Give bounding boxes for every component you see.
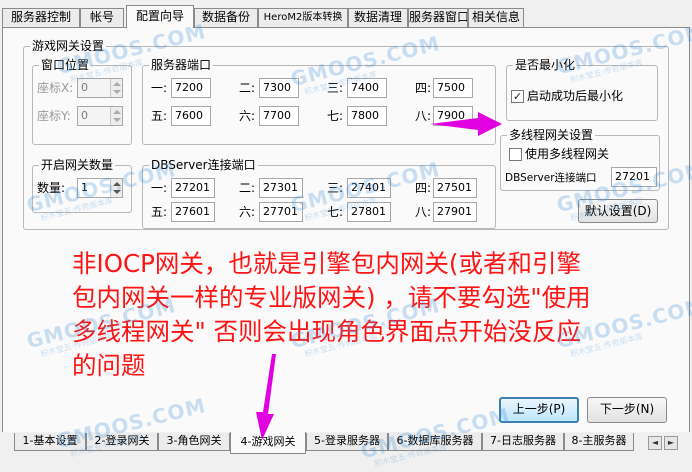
gateway-count-label: 数量:	[37, 181, 66, 195]
server-port-input-7[interactable]: 7800	[347, 106, 387, 126]
server-port-input-5[interactable]: 7600	[171, 106, 211, 126]
minimize-legend: 是否最小化	[513, 57, 578, 73]
dbserver-port-label-4: 四:	[415, 181, 432, 195]
server-ports-legend: 服务器端口	[149, 57, 214, 73]
dbserver-port-label-6: 六:	[239, 205, 256, 219]
tab-log-server[interactable]: 7-日志服务器	[482, 433, 564, 451]
multithread-legend: 多线程网关设置	[507, 127, 596, 143]
dbserver-port-label-8: 八:	[415, 205, 432, 219]
coord-y-input[interactable]: 0	[77, 106, 123, 126]
coord-x-spinner[interactable]	[110, 79, 122, 97]
notice-line-4: 的问题	[72, 351, 146, 380]
dbserver-port-input-8[interactable]: 27901	[433, 202, 477, 222]
next-button[interactable]: 下一步(N)	[587, 397, 667, 423]
multithread-dbport-input[interactable]: 27201	[611, 167, 657, 187]
tab-basic-settings[interactable]: 1-基本设置	[14, 433, 86, 451]
tab-data-backup[interactable]: 数据备份	[194, 8, 258, 27]
server-port-input-2[interactable]: 7300	[259, 78, 299, 98]
coord-x-value: 0	[81, 81, 88, 94]
server-port-label-8: 八:	[415, 109, 432, 123]
coord-x-input[interactable]: 0	[77, 78, 123, 98]
server-port-input-3[interactable]: 7400	[347, 78, 387, 98]
server-port-input-4[interactable]: 7500	[433, 78, 473, 98]
gateway-count-spinner[interactable]	[110, 179, 122, 197]
server-ports-group: 服务器端口 一: 7200 二: 7300 三: 7400 四: 7500 五:…	[142, 57, 496, 145]
tab-data-cleanup[interactable]: 数据清理	[348, 8, 408, 27]
gateway-settings-group: 游戏网关设置 窗口位置 座标X: 0 座标Y: 0 开启网关数量 数量: 1 服…	[23, 38, 669, 230]
dbserver-port-label-5: 五:	[151, 205, 168, 219]
coord-y-value: 0	[81, 109, 88, 122]
server-port-label-6: 六:	[239, 109, 256, 123]
tab-herom2-convert[interactable]: HeroM2版本转换	[258, 8, 348, 27]
server-port-input-8[interactable]: 7900	[433, 106, 473, 126]
dbserver-port-label-7: 七:	[327, 205, 344, 219]
server-port-input-1[interactable]: 7200	[171, 78, 211, 98]
tab-account[interactable]: 帐号	[80, 8, 124, 27]
coord-y-label: 座标Y:	[37, 109, 71, 123]
top-tab-bar: 服务器控制 帐号 配置向导 数据备份 HeroM2版本转换 数据清理 服务器窗口…	[0, 0, 692, 28]
minimize-checkbox[interactable]: ✓	[511, 90, 524, 103]
bottom-tab-bar: 1-基本设置 2-登录网关 3-角色网关 4-游戏网关 5-登录服务器 6-数据…	[0, 432, 692, 468]
server-port-label-3: 三:	[327, 81, 344, 95]
window-position-group: 窗口位置 座标X: 0 座标Y: 0	[32, 57, 132, 145]
minimize-checkbox-label[interactable]: 启动成功后最小化	[527, 88, 623, 104]
notice-line-2: 包内网关一样的专业版网关) ，请不要勾选"使用	[72, 283, 591, 312]
gateway-count-legend: 开启网关数量	[39, 157, 116, 173]
server-port-label-7: 七:	[327, 109, 344, 123]
tab-login-gateway[interactable]: 2-登录网关	[86, 433, 158, 451]
window-position-legend: 窗口位置	[39, 57, 92, 73]
dbserver-port-input-2[interactable]: 27301	[259, 178, 303, 198]
gateway-count-input[interactable]: 1	[77, 178, 123, 198]
dbserver-ports-group: DBServer连接端口 一: 27201 二: 27301 三: 27401 …	[142, 157, 496, 229]
dbserver-port-label-3: 三:	[327, 181, 344, 195]
gateway-count-group: 开启网关数量 数量: 1	[32, 157, 132, 213]
server-port-label-2: 二:	[239, 81, 256, 95]
multithread-checkbox-label[interactable]: 使用多线程网关	[525, 146, 609, 162]
multithread-dbport-label: DBServer连接端口	[505, 172, 597, 184]
tab-game-gateway[interactable]: 4-游戏网关	[230, 432, 306, 454]
dbserver-port-input-1[interactable]: 27201	[171, 178, 215, 198]
minimize-group: 是否最小化 ✓ 启动成功后最小化	[506, 57, 658, 121]
prev-button[interactable]: 上一步(P)	[499, 397, 579, 423]
dbserver-port-input-7[interactable]: 27801	[347, 202, 391, 222]
server-port-label-1: 一:	[151, 81, 168, 95]
server-port-input-6[interactable]: 7700	[259, 106, 299, 126]
default-settings-button[interactable]: 默认设置(D)	[578, 199, 658, 223]
iocp-warning-notice: 非IOCP网关，也就是引擎包内网关(或者和引擎 包内网关一样的专业版网关) ，请…	[72, 247, 690, 383]
tab-server-control[interactable]: 服务器控制	[2, 8, 80, 27]
tab-database-server[interactable]: 6-数据库服务器	[388, 433, 482, 451]
dbserver-port-label-1: 一:	[151, 181, 168, 195]
tab-config-wizard[interactable]: 配置向导	[126, 5, 194, 28]
tab-role-gateway[interactable]: 3-角色网关	[158, 433, 230, 451]
gateway-count-value: 1	[81, 181, 88, 194]
server-port-label-5: 五:	[151, 109, 168, 123]
multithread-checkbox[interactable]	[509, 148, 522, 161]
tab-about[interactable]: 相关信息	[468, 8, 524, 27]
coord-x-label: 座标X:	[37, 81, 74, 95]
notice-line-3: 多线程网关" 否则会出现角色界面点开始没反应	[72, 317, 582, 346]
multithread-group: 多线程网关设置 使用多线程网关 DBServer连接端口 27201	[500, 127, 660, 191]
dbserver-port-input-5[interactable]: 27601	[171, 202, 215, 222]
tab-scroll-right-icon[interactable]: ►	[664, 436, 678, 450]
dbserver-port-input-4[interactable]: 27501	[433, 178, 477, 198]
tab-server-window[interactable]: 服务器窗口	[408, 8, 468, 27]
notice-line-1: 非IOCP网关，也就是引擎包内网关(或者和引擎	[72, 249, 581, 278]
dbserver-ports-legend: DBServer连接端口	[149, 157, 258, 173]
tab-login-server[interactable]: 5-登录服务器	[306, 433, 388, 451]
server-port-label-4: 四:	[415, 81, 432, 95]
tab-scroll-left-icon[interactable]: ◄	[648, 436, 662, 450]
gateway-settings-legend: 游戏网关设置	[30, 38, 107, 54]
dbserver-port-input-3[interactable]: 27401	[347, 178, 391, 198]
dbserver-port-label-2: 二:	[239, 181, 256, 195]
dbserver-port-input-6[interactable]: 27701	[259, 202, 303, 222]
tab-main-server[interactable]: 8-主服务器	[564, 433, 634, 451]
coord-y-spinner[interactable]	[110, 107, 122, 125]
